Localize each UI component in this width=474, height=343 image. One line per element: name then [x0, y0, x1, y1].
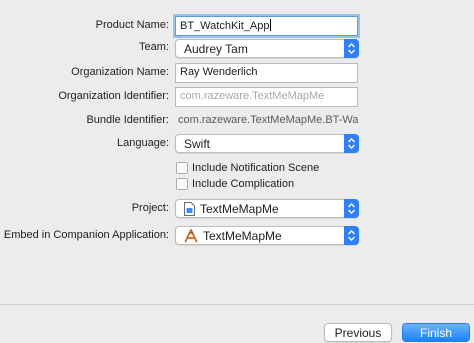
- project-label: Project:: [131, 202, 169, 214]
- organization-name-row: Organization Name: Ray Wenderlich: [0, 63, 474, 85]
- include-complication-checkbox[interactable]: [176, 178, 188, 190]
- new-target-options-panel: Product Name: BT_WatchKit_App Team: Audr…: [0, 0, 474, 304]
- organization-identifier-row: Organization Identifier: com.razeware.Te…: [0, 87, 474, 109]
- organization-name-value: Ray Wenderlich: [180, 66, 258, 78]
- product-name-field[interactable]: BT_WatchKit_App: [175, 16, 358, 36]
- project-row: Project: TextMeMapMe: [0, 199, 474, 221]
- embed-companion-label: Embed in Companion Application:: [3, 229, 169, 241]
- up-down-chevron-icon: [344, 226, 359, 245]
- include-notification-checkbox[interactable]: [176, 162, 188, 174]
- embed-companion-row: Embed in Companion Application: TextMeMa…: [0, 226, 474, 248]
- team-value: Audrey Tam: [184, 42, 248, 56]
- include-complication-label[interactable]: Include Complication: [192, 178, 294, 190]
- product-name-row: Product Name: BT_WatchKit_App: [0, 16, 474, 38]
- up-down-chevron-icon: [344, 199, 359, 218]
- finish-button[interactable]: Finish: [402, 323, 470, 342]
- previous-button[interactable]: Previous: [324, 323, 392, 342]
- organization-identifier-field[interactable]: com.razeware.TextMeMapMe: [175, 87, 358, 107]
- text-caret: [270, 19, 272, 31]
- project-value: TextMeMapMe: [200, 202, 279, 216]
- language-value: Swift: [184, 137, 211, 151]
- bundle-identifier-label: Bundle Identifier:: [86, 114, 169, 126]
- organization-name-label: Organization Name:: [71, 66, 169, 78]
- team-label: Team:: [139, 41, 169, 53]
- app-icon: [184, 229, 198, 246]
- bundle-identifier-row: Bundle Identifier: com.razeware.TextMeMa…: [0, 111, 474, 133]
- organization-identifier-placeholder: com.razeware.TextMeMapMe: [180, 90, 325, 102]
- organization-name-field[interactable]: Ray Wenderlich: [175, 63, 358, 83]
- language-label: Language:: [117, 137, 169, 149]
- up-down-chevron-icon: [344, 39, 359, 58]
- language-row: Language: Swift: [0, 134, 474, 156]
- team-row: Team: Audrey Tam: [0, 38, 474, 60]
- embed-companion-value: TextMeMapMe: [203, 229, 282, 243]
- dialog-footer: Previous Finish: [0, 304, 474, 343]
- language-popup[interactable]: Swift: [175, 134, 359, 153]
- bundle-identifier-value: com.razeware.TextMeMapMe.BT-Wat...: [178, 114, 358, 126]
- include-notification-label[interactable]: Include Notification Scene: [192, 162, 319, 174]
- xcode-project-icon: [184, 202, 195, 219]
- embed-companion-popup[interactable]: TextMeMapMe: [175, 226, 359, 245]
- product-name-value: BT_WatchKit_App: [180, 20, 270, 32]
- product-name-label: Product Name:: [95, 19, 169, 31]
- project-popup[interactable]: TextMeMapMe: [175, 199, 359, 218]
- team-popup[interactable]: Audrey Tam: [175, 39, 359, 58]
- organization-identifier-label: Organization Identifier:: [58, 90, 169, 102]
- up-down-chevron-icon: [344, 134, 359, 153]
